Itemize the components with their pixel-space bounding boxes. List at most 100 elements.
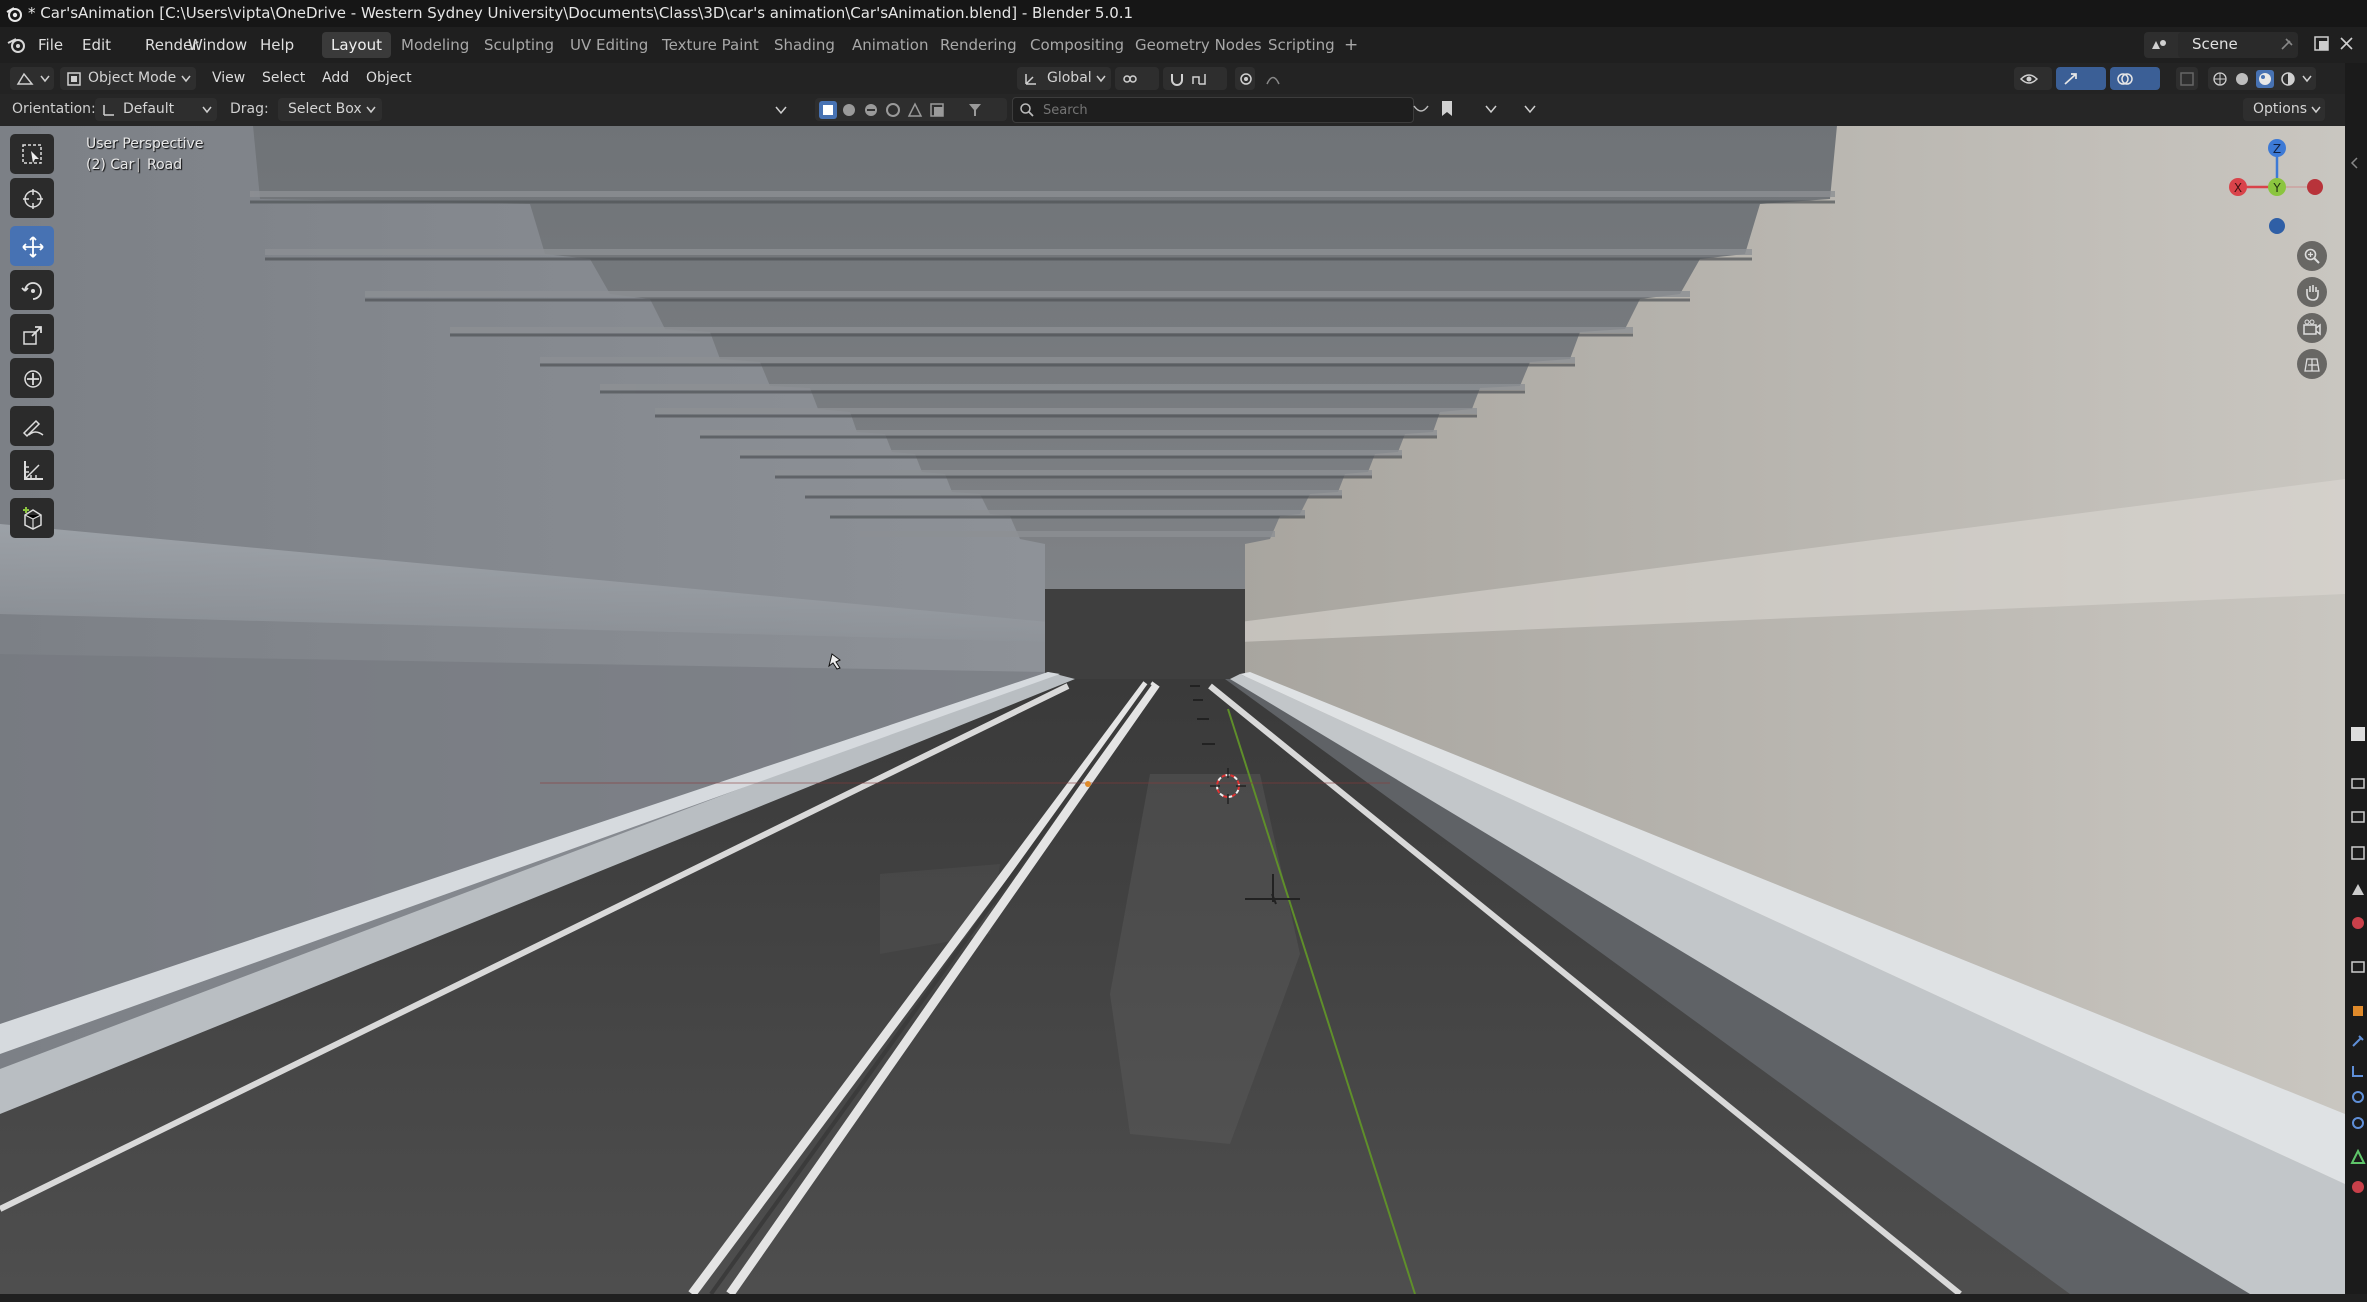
orientation-default-value: Default [123, 101, 175, 117]
xray-toggle[interactable] [2176, 67, 2198, 90]
bookmark-icon[interactable] [1440, 100, 1454, 118]
view-layer-tab-icon[interactable] [2350, 845, 2366, 861]
pin-icon[interactable] [2278, 37, 2294, 53]
ortho-toggle-button[interactable] [2297, 349, 2327, 379]
collapse-chevron-icon[interactable] [775, 106, 787, 115]
tab-texture-paint[interactable]: Texture Paint [653, 32, 768, 58]
select-box-tool[interactable] [10, 134, 54, 174]
menu-window[interactable]: Window [184, 33, 251, 57]
gizmo-neg-z-axis[interactable] [2269, 218, 2285, 234]
drag-dropdown[interactable]: Select Box [278, 98, 382, 121]
3d-viewport[interactable] [0, 94, 2345, 1294]
tab-rendering[interactable]: Rendering [931, 32, 1026, 58]
mode-dropdown[interactable]: Object Mode [60, 67, 196, 90]
menu-file[interactable]: File [34, 33, 67, 57]
visibility-dropdown[interactable] [2014, 67, 2052, 90]
gizmo-toggle[interactable] [2056, 67, 2106, 90]
select-set-icon [819, 101, 837, 119]
pivot-icon [1123, 75, 1137, 83]
options-dropdown[interactable]: Options [2243, 98, 2325, 121]
chevron-down-icon[interactable] [1524, 105, 1536, 114]
pivot-point-dropdown[interactable] [1115, 67, 1159, 90]
constraints-tab-icon[interactable] [2350, 1115, 2366, 1131]
chevron-down-icon [202, 106, 212, 114]
menu-object[interactable]: Object [366, 67, 412, 90]
tab-modeling[interactable]: Modeling [392, 32, 478, 58]
menu-select[interactable]: Select [262, 67, 305, 90]
tab-uv-editing[interactable]: UV Editing [561, 32, 657, 58]
sidebar-toggle-icon[interactable] [2347, 155, 2363, 171]
move-tool[interactable] [10, 226, 54, 266]
scale-tool[interactable] [10, 314, 54, 354]
rotate-tool[interactable] [10, 270, 54, 310]
transform-tool[interactable] [10, 358, 54, 398]
tab-shading[interactable]: Shading [765, 32, 844, 58]
proportional-edit-toggle[interactable] [1235, 67, 1255, 90]
tab-compositing[interactable]: Compositing [1021, 32, 1133, 58]
pan-hand-icon [2306, 285, 2319, 301]
window-title: * Car'sAnimation [C:\Users\vipta\OneDriv… [28, 4, 1134, 22]
tab-scripting[interactable]: Scripting [1259, 32, 1344, 58]
editor-type-dropdown[interactable] [10, 67, 54, 90]
wireframe-shading-icon [2213, 72, 2227, 86]
select-subtract-icon [865, 104, 877, 116]
scene-name-field[interactable]: Scene [2178, 32, 2298, 58]
orientation-label: Orientation: [12, 101, 96, 117]
add-workspace-button[interactable]: + [1335, 32, 1367, 58]
menu-view[interactable]: View [212, 67, 245, 90]
orientation-dropdown[interactable]: Default [95, 98, 217, 121]
modifier-tab-icon[interactable] [2350, 1033, 2366, 1049]
blender-menu-icon[interactable] [6, 35, 28, 55]
mode-label: Object Mode [88, 70, 177, 86]
render-tab-icon[interactable] [2350, 775, 2366, 791]
chevron-down-icon [40, 75, 50, 83]
scene-tab-icon[interactable] [2350, 881, 2366, 897]
chevron-down-icon [181, 75, 191, 83]
snapping-group[interactable] [1163, 67, 1227, 90]
menu-help[interactable]: Help [256, 33, 298, 57]
material-tab-icon[interactable] [2350, 1179, 2366, 1195]
tab-sculpting[interactable]: Sculpting [475, 32, 563, 58]
chevron-down-icon [1096, 75, 1106, 83]
output-tab-icon[interactable] [2350, 809, 2366, 825]
collection-tab-icon[interactable] [2350, 959, 2366, 975]
zoom-button[interactable] [2297, 241, 2327, 271]
delete-scene-icon[interactable] [2338, 35, 2356, 53]
overlays-toggle[interactable] [2110, 67, 2160, 90]
new-scene-icon[interactable] [2313, 35, 2331, 53]
cursor-tool[interactable] [10, 178, 54, 218]
scene-icon [2152, 40, 2166, 49]
gizmo-neg-x-axis[interactable] [2307, 179, 2323, 195]
gizmo-x-label: X [2234, 181, 2242, 195]
object-tab-icon[interactable] [2350, 1003, 2366, 1019]
world-tab-icon[interactable] [2350, 915, 2366, 931]
select-mode-group[interactable] [815, 98, 1007, 121]
search-field[interactable] [1012, 97, 1414, 123]
falloff-icon[interactable] [1265, 71, 1289, 87]
tab-geometry-nodes[interactable]: Geometry Nodes [1126, 32, 1271, 58]
annotate-tool[interactable] [10, 406, 54, 446]
navigation-gizmo[interactable]: Z X Y [2220, 130, 2330, 240]
pan-button[interactable] [2297, 277, 2327, 307]
add-cube-tool[interactable] [10, 498, 54, 538]
camera-view-button[interactable] [2297, 313, 2327, 343]
measure-tool[interactable] [10, 450, 54, 490]
particles-tab-icon[interactable] [2350, 1063, 2366, 1079]
tab-layout[interactable]: Layout [322, 32, 391, 58]
menu-edit[interactable]: Edit [78, 33, 115, 57]
shading-mode-group[interactable] [2208, 67, 2316, 90]
tool-tab-icon[interactable] [2349, 725, 2367, 743]
search-input[interactable] [1041, 100, 1405, 120]
move-icon [22, 236, 44, 258]
chevron-down-icon[interactable] [1485, 105, 1497, 114]
add-cube-icon [23, 507, 42, 530]
physics-tab-icon[interactable] [2350, 1089, 2366, 1105]
tool-settings-header: Orientation: Default Drag: Select Box Op… [0, 94, 2345, 126]
transform-orientation-dropdown[interactable]: Global [1017, 67, 1111, 90]
curve-icon[interactable] [1412, 102, 1430, 116]
gizmo-z-label: Z [2273, 142, 2281, 156]
menu-add[interactable]: Add [322, 67, 349, 90]
tab-animation[interactable]: Animation [843, 32, 937, 58]
data-tab-icon[interactable] [2350, 1149, 2366, 1165]
measure-icon [24, 461, 43, 480]
